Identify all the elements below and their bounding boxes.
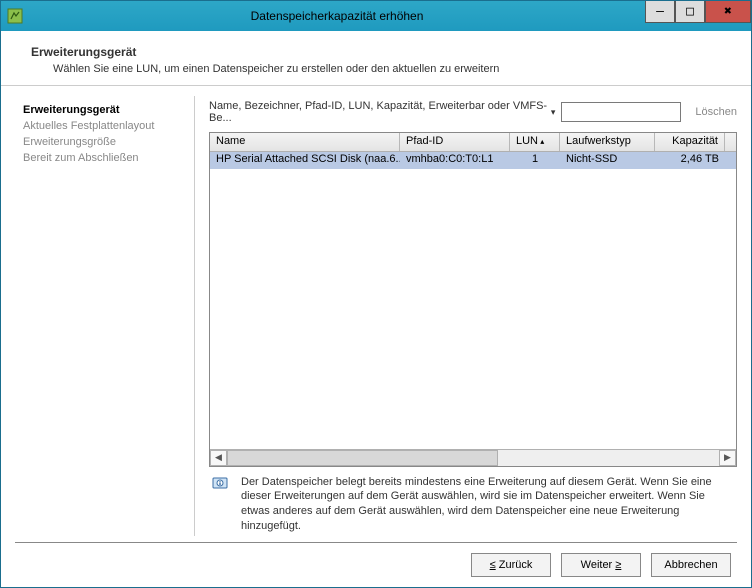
filter-label-text: Name, Bezeichner, Pfad-ID, LUN, Kapazitä…: [209, 100, 549, 124]
column-name[interactable]: Name: [210, 133, 400, 151]
titlebar[interactable]: Datenspeicherkapazität erhöhen – □ ✖: [1, 1, 751, 31]
window-title: Datenspeicherkapazität erhöhen: [29, 9, 645, 23]
table-body: HP Serial Attached SCSI Disk (naa.6... v…: [210, 152, 736, 449]
chevron-down-icon: ▾: [551, 107, 556, 118]
step-ready-complete[interactable]: Bereit zum Abschließen: [23, 150, 188, 166]
horizontal-scrollbar[interactable]: ◀ ▶: [210, 449, 736, 466]
minimize-button[interactable]: –: [645, 1, 675, 23]
table-row[interactable]: HP Serial Attached SCSI Disk (naa.6... v…: [210, 152, 736, 169]
window-controls: – □ ✖: [645, 1, 751, 23]
close-button[interactable]: ✖: [705, 1, 751, 23]
next-button-label: Weiter: [581, 559, 613, 571]
app-icon: [1, 1, 29, 31]
info-text: Der Datenspeicher belegt bereits mindest…: [241, 475, 735, 534]
cell-path: vmhba0:C0:T0:L1: [400, 152, 510, 169]
wizard-footer: ≤ Zurück Weiter ≥ Abbrechen: [1, 543, 751, 587]
scroll-thumb[interactable]: [227, 450, 498, 466]
device-table: Name Pfad-ID LUN Laufwerkstyp Kapazität …: [209, 132, 737, 467]
step-extent-size[interactable]: Erweiterungsgröße: [23, 134, 188, 150]
step-extent-device[interactable]: Erweiterungsgerät: [23, 102, 188, 118]
page-subtitle: Wählen Sie eine LUN, um einen Datenspeic…: [31, 63, 731, 75]
back-button[interactable]: ≤ Zurück: [471, 553, 551, 577]
wizard-steps-sidebar: Erweiterungsgerät Aktuelles Festplattenl…: [15, 96, 195, 536]
step-current-layout[interactable]: Aktuelles Festplattenlayout: [23, 118, 188, 134]
dialog-window: Datenspeicherkapazität erhöhen – □ ✖ Erw…: [0, 0, 752, 588]
column-drive-type[interactable]: Laufwerkstyp: [560, 133, 655, 151]
clear-filter-link[interactable]: Löschen: [695, 106, 737, 118]
info-panel: Der Datenspeicher belegt bereits mindest…: [209, 467, 737, 536]
wizard-body: Erweiterungsgerät Aktuelles Festplattenl…: [1, 86, 751, 536]
column-capacity[interactable]: Kapazität: [655, 133, 725, 151]
scroll-left-arrow-icon[interactable]: ◀: [210, 450, 227, 466]
cell-lun: 1: [510, 152, 560, 169]
table-header: Name Pfad-ID LUN Laufwerkstyp Kapazität: [210, 133, 736, 152]
filter-row: Name, Bezeichner, Pfad-ID, LUN, Kapazitä…: [209, 100, 737, 124]
info-icon: [211, 475, 231, 493]
maximize-button[interactable]: □: [675, 1, 705, 23]
wizard-header: Erweiterungsgerät Wählen Sie eine LUN, u…: [1, 31, 751, 86]
page-title: Erweiterungsgerät: [31, 45, 731, 59]
wizard-content: Name, Bezeichner, Pfad-ID, LUN, Kapazitä…: [195, 96, 737, 536]
column-lun[interactable]: LUN: [510, 133, 560, 151]
cell-name: HP Serial Attached SCSI Disk (naa.6...: [210, 152, 400, 169]
next-button[interactable]: Weiter ≥: [561, 553, 641, 577]
column-path-id[interactable]: Pfad-ID: [400, 133, 510, 151]
cell-capacity: 2,46 TB: [655, 152, 725, 169]
cancel-button[interactable]: Abbrechen: [651, 553, 731, 577]
filter-label[interactable]: Name, Bezeichner, Pfad-ID, LUN, Kapazitä…: [209, 100, 555, 124]
scroll-right-arrow-icon[interactable]: ▶: [719, 450, 736, 466]
filter-input[interactable]: [561, 102, 681, 122]
cell-type: Nicht-SSD: [560, 152, 655, 169]
back-button-label: Zurück: [499, 559, 533, 571]
scroll-track[interactable]: [227, 450, 719, 466]
